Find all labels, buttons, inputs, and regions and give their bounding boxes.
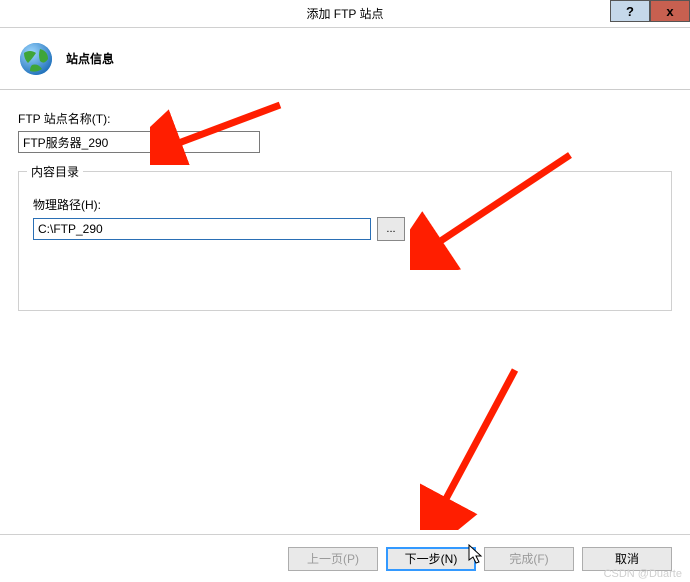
physical-path-label: 物理路径(H):: [33, 196, 657, 213]
content-directory-legend: 内容目录: [27, 163, 83, 180]
previous-button: 上一页(P): [288, 547, 378, 571]
annotation-arrow-icon: [420, 360, 540, 530]
wizard-footer: 上一页(P) 下一步(N) 完成(F) 取消: [0, 534, 690, 582]
page-title: 站点信息: [66, 50, 114, 67]
wizard-content: FTP 站点名称(T): 内容目录 物理路径(H): ...: [0, 90, 690, 311]
browse-button[interactable]: ...: [377, 217, 405, 241]
wizard-header: 站点信息: [0, 28, 690, 90]
globe-icon: [18, 41, 54, 77]
physical-path-input[interactable]: [33, 218, 371, 240]
cancel-button[interactable]: 取消: [582, 547, 672, 571]
window-title: 添加 FTP 站点: [306, 5, 383, 22]
close-icon: x: [666, 4, 673, 19]
finish-button: 完成(F): [484, 547, 574, 571]
titlebar: 添加 FTP 站点 ? x: [0, 0, 690, 28]
help-button[interactable]: ?: [610, 0, 650, 22]
next-button[interactable]: 下一步(N): [386, 547, 476, 571]
close-button[interactable]: x: [650, 0, 690, 22]
ellipsis-icon: ...: [386, 223, 395, 235]
content-directory-group: 内容目录 物理路径(H): ...: [18, 171, 672, 311]
site-name-label: FTP 站点名称(T):: [18, 110, 672, 127]
site-name-input[interactable]: [18, 131, 260, 153]
titlebar-buttons: ? x: [610, 0, 690, 22]
help-icon: ?: [626, 4, 634, 19]
